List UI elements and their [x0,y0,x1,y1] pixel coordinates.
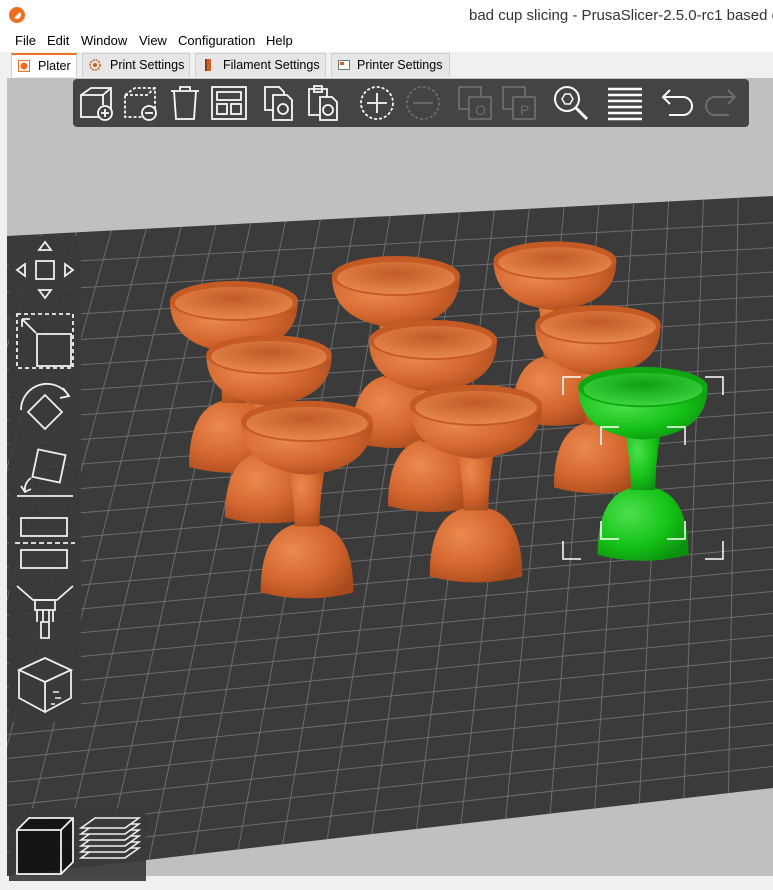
tab-print-settings-label: Print Settings [110,58,185,72]
cut-icon[interactable] [13,510,77,574]
tab-filament-settings[interactable]: Filament Settings [195,53,326,77]
layer-editing-icon[interactable] [605,83,645,123]
delete-all-icon[interactable] [165,83,205,123]
menu-window[interactable]: Window [81,33,127,48]
paste-icon[interactable] [303,83,343,123]
filament-icon [205,59,211,71]
split-to-objects-icon[interactable]: O [455,83,495,123]
top-toolbar: O P [73,79,749,127]
prusaslicer-logo-icon [9,7,25,23]
split-to-parts-icon[interactable]: P [499,83,539,123]
tab-plater-label: Plater [38,59,71,73]
3d-viewport[interactable] [7,78,773,876]
3d-view-icon[interactable] [13,814,75,876]
remove-object-icon[interactable] [121,83,161,123]
menu-view[interactable]: View [139,33,167,48]
copy-icon[interactable] [259,83,299,123]
measure-icon[interactable] [13,652,77,716]
menu-edit[interactable]: Edit [47,33,69,48]
arrange-icon[interactable] [209,83,249,123]
paint-brush-icon[interactable] [13,578,77,642]
add-instance-icon[interactable] [357,83,397,123]
remove-instance-icon[interactable] [403,83,443,123]
menu-bar: File Edit Window View Configuration Help [0,31,773,52]
menu-file[interactable]: File [15,33,36,48]
tab-print-settings[interactable]: Print Settings [82,53,190,77]
search-icon[interactable] [551,83,591,123]
title-bar: bad cup slicing - PrusaSlicer-2.5.0-rc1 … [0,0,773,31]
plater-icon [18,60,30,72]
add-object-icon[interactable] [77,83,117,123]
place-on-face-icon[interactable] [13,446,77,510]
view-toolbar [9,808,146,881]
tab-filament-settings-label: Filament Settings [223,58,320,72]
undo-icon[interactable] [657,83,697,123]
svg-text:P: P [520,102,529,118]
tab-plater[interactable]: Plater [11,53,77,77]
printer-icon [338,60,350,70]
rotate-icon[interactable] [13,376,77,440]
svg-text:O: O [475,102,486,118]
redo-icon[interactable] [701,83,741,123]
menu-help[interactable]: Help [266,33,293,48]
tab-printer-settings[interactable]: Printer Settings [331,53,450,77]
print-settings-icon [89,59,101,71]
tab-printer-settings-label: Printer Settings [357,58,443,72]
gizmo-toolbar [9,236,81,722]
preview-icon[interactable] [79,814,141,876]
scale-icon[interactable] [13,308,77,372]
move-icon[interactable] [13,238,77,302]
build-plate-scene [7,196,773,876]
tab-bar: Plater Print Settings Filament Settings … [0,52,773,79]
window-title: bad cup slicing - PrusaSlicer-2.5.0-rc1 … [469,7,773,24]
menu-configuration[interactable]: Configuration [178,33,255,48]
